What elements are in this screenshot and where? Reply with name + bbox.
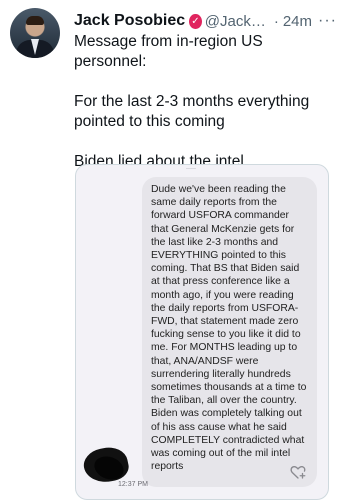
tweet-header: Jack Posobiec ✓ @Jack… · 24m ··· xyxy=(74,10,337,32)
avatar-hair xyxy=(26,16,44,25)
tweet-timestamp[interactable]: 24m xyxy=(283,13,312,30)
verified-badge-icon: ✓ xyxy=(189,13,202,29)
separator-dot: · xyxy=(273,12,279,30)
author-handle[interactable]: @Jack… xyxy=(205,13,266,30)
status-bar-remnant xyxy=(186,165,196,169)
tweet-paragraph: Message from in-region US personnel: xyxy=(74,33,263,70)
tweet-paragraph: For the last 2-3 months everything point… xyxy=(74,93,310,130)
author-avatar[interactable] xyxy=(10,8,60,58)
heart-plus-icon[interactable] xyxy=(289,463,307,481)
attached-screenshot[interactable]: Dude we've been reading the same daily r… xyxy=(75,164,329,500)
message-bubble: Dude we've been reading the same daily r… xyxy=(142,177,317,487)
author-name[interactable]: Jack Posobiec xyxy=(74,12,185,30)
more-options-icon[interactable]: ··· xyxy=(318,12,337,30)
message-timestamp: 12:37 PM xyxy=(118,481,148,488)
